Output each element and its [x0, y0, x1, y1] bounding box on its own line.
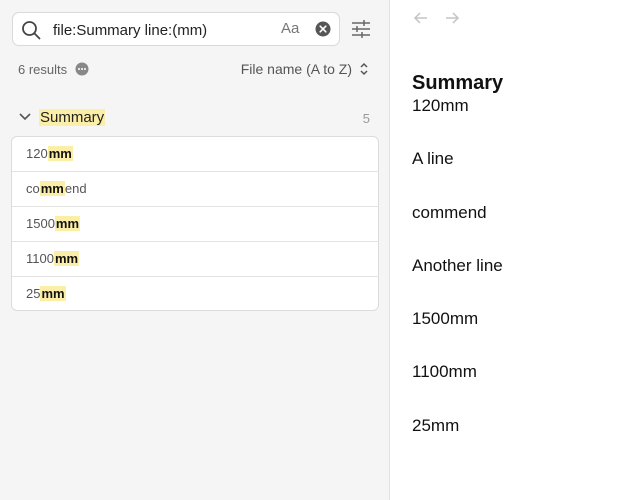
group-count: 5	[362, 111, 370, 126]
match-case-toggle[interactable]: Aa	[281, 20, 299, 37]
search-box[interactable]: Aa	[12, 12, 340, 46]
match-highlight: mm	[53, 251, 80, 266]
results-bar: 6 results File name (A to Z)	[18, 60, 374, 80]
up-down-chevron-icon[interactable]	[358, 62, 370, 76]
document-line: 1100mm	[412, 362, 477, 382]
search-pane: Aa 6 results File name (A to Z)	[0, 0, 390, 500]
more-dots-icon[interactable]	[75, 62, 89, 76]
group-title: Summary	[39, 109, 106, 126]
list-item[interactable]: 120mm	[12, 137, 378, 172]
document-line: 1500mm	[412, 309, 479, 329]
list-item[interactable]: commend	[12, 172, 378, 207]
list-item[interactable]: 1500mm	[12, 207, 378, 242]
document-line: 25mm	[412, 415, 460, 435]
list-item[interactable]: 1100mm	[12, 242, 378, 277]
results-count: 6 results	[18, 62, 68, 77]
document-line: 120mm	[412, 96, 469, 115]
search-row: Aa	[12, 12, 378, 46]
document-line: Another line	[412, 255, 503, 275]
arrow-left-icon[interactable]	[413, 10, 429, 26]
document-line: commend	[412, 202, 487, 222]
chevron-down-icon[interactable]	[18, 112, 32, 122]
search-input[interactable]	[53, 19, 273, 41]
search-icon	[22, 21, 41, 40]
sort-dropdown[interactable]: File name (A to Z)	[241, 61, 352, 77]
result-list: 120mm commend 1500mm 1100mm 25mm	[11, 136, 379, 311]
document-content[interactable]: Summary 120mm A line commend Another lin…	[412, 70, 632, 469]
list-item[interactable]: 25mm	[12, 277, 378, 310]
match-highlight: mm	[39, 181, 65, 196]
match-highlight: mm	[47, 146, 73, 161]
clear-circle-icon[interactable]	[315, 21, 331, 37]
match-highlight: mm	[54, 216, 81, 231]
sliders-icon[interactable]	[350, 19, 372, 39]
result-group-header[interactable]: Summary 5	[18, 108, 374, 128]
match-highlight: mm	[40, 286, 66, 301]
document-pane: Summary 120mm A line commend Another lin…	[391, 0, 640, 500]
document-title: Summary	[412, 72, 504, 94]
arrow-right-icon[interactable]	[444, 10, 460, 26]
document-line: A line	[412, 149, 454, 169]
